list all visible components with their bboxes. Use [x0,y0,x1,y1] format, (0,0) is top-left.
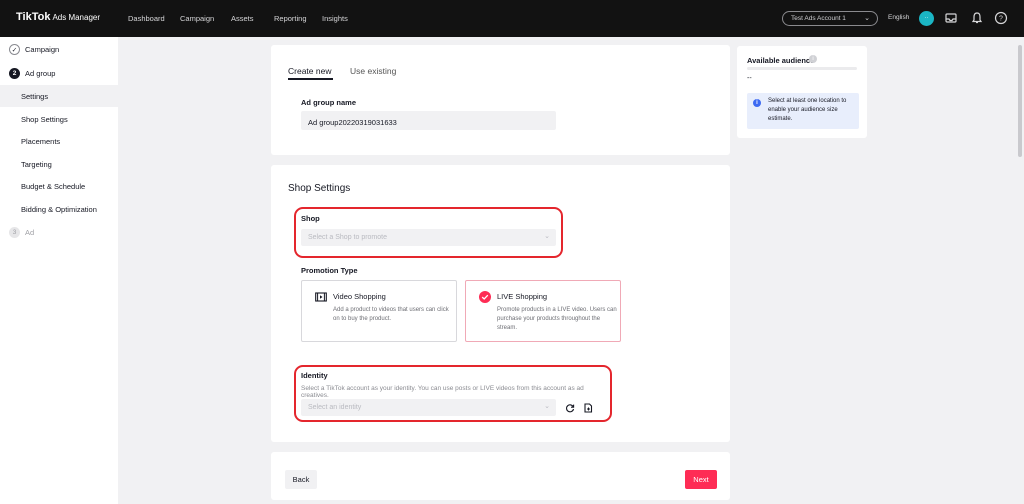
sidebar-item-label: Shop Settings [21,115,68,124]
sidebar-step-campaign[interactable]: ✓ Campaign [0,38,118,60]
shop-label: Shop [301,214,320,223]
identity-hint: Select a TikTok account as your identity… [301,385,584,399]
language-selector[interactable]: English [888,14,909,21]
refresh-icon[interactable] [565,403,575,413]
nav-assets[interactable]: Assets [231,14,254,23]
identity-select[interactable]: Select an identity ⌄ [301,399,556,416]
ad-group-name-input[interactable]: Ad group20220319031633 [301,111,556,130]
option-title: Video Shopping [333,292,386,301]
option-live-shopping[interactable]: LIVE Shopping Promote products in a LIVE… [465,280,621,342]
sidebar-step-label: Campaign [25,45,60,54]
sidebar-step-ad-group[interactable]: 2 Ad group [0,62,118,84]
audience-info-note: i Select at least one location to enable… [747,93,859,129]
available-audience-title: Available audience [747,56,815,65]
next-button[interactable]: Next [685,470,717,489]
sidebar-item-budget-schedule[interactable]: Budget & Schedule [0,175,118,197]
sidebar-item-settings[interactable]: Settings [0,85,118,107]
sidebar-item-bidding-optimization[interactable]: Bidding & Optimization [0,198,118,220]
account-selector[interactable]: Test Ads Account 1 ⌄ [782,11,878,26]
checked-circle-icon [479,291,491,303]
back-button[interactable]: Back [285,470,317,489]
audience-size-value: -- [747,75,752,82]
info-icon[interactable]: i [809,55,817,63]
option-video-shopping[interactable]: Video Shopping Add a product to videos t… [301,280,457,342]
footer-card [271,452,730,500]
shop-settings-title: Shop Settings [288,183,351,194]
audience-note-text: Select at least one location to enable y… [768,98,847,122]
option-description: Promote products in a LIVE video. Users … [497,307,617,331]
info-icon: i [753,99,761,107]
sidebar-item-label: Targeting [21,160,52,169]
shop-select-placeholder: Select a Shop to promote [308,234,387,241]
available-audience-card: Available audience i -- i Select at leas… [737,46,867,138]
active-tab-underline [288,78,333,80]
video-icon [315,292,327,302]
check-icon: ✓ [9,44,20,55]
option-title: LIVE Shopping [497,292,548,301]
top-bar: TikTok Ads Manager Dashboard Campaign Ass… [0,0,1024,37]
promotion-type-label: Promotion Type [301,266,358,275]
ad-group-name-label: Ad group name [301,98,357,107]
chevron-down-icon: ⌄ [544,403,550,410]
identity-label: Identity [301,371,328,380]
sidebar-item-label: Bidding & Optimization [21,205,97,214]
svg-text:?: ? [999,16,1003,23]
chevron-down-icon: ⌄ [864,15,870,22]
tab-create-new[interactable]: Create new [288,66,331,76]
account-name: Test Ads Account 1 [791,15,846,22]
bell-icon[interactable] [970,11,984,25]
nav-dashboard[interactable]: Dashboard [128,14,165,23]
audience-size-bar [747,67,857,70]
sidebar-step-label: Ad group [25,69,56,78]
sidebar-item-targeting[interactable]: Targeting [0,153,118,175]
inbox-icon[interactable] [944,11,958,25]
scrollbar-thumb[interactable] [1018,45,1022,157]
sidebar-item-shop-settings[interactable]: Shop Settings [0,108,118,130]
sidebar-item-label: Budget & Schedule [21,182,86,191]
nav-reporting[interactable]: Reporting [274,14,307,23]
tab-use-existing[interactable]: Use existing [350,66,396,76]
step-number-badge: 2 [9,68,20,79]
avatar[interactable]: ·· [919,11,934,26]
add-identity-icon[interactable] [583,403,593,413]
sidebar: ✓ Campaign 2 Ad group Settings Shop Sett… [0,37,118,504]
nav-campaign[interactable]: Campaign [180,14,214,23]
logo-text: TikTok [16,11,51,23]
step-number-badge: 3 [9,227,20,238]
help-icon[interactable]: ? [994,11,1008,25]
logo-subtext: Ads Manager [52,13,101,22]
sidebar-step-label: Ad [25,228,35,237]
sidebar-item-label: Placements [21,137,61,146]
shop-select[interactable]: Select a Shop to promote ⌄ [301,229,556,246]
identity-select-placeholder: Select an identity [308,404,362,411]
option-description: Add a product to videos that users can c… [333,307,449,322]
sidebar-step-ad[interactable]: 3 Ad [0,221,118,243]
tiktok-ads-logo[interactable]: TikTok Ads Manager [16,11,100,23]
sidebar-item-label: Settings [21,92,49,101]
nav-insights[interactable]: Insights [322,14,348,23]
chevron-down-icon: ⌄ [544,233,550,240]
sidebar-item-placements[interactable]: Placements [0,130,118,152]
